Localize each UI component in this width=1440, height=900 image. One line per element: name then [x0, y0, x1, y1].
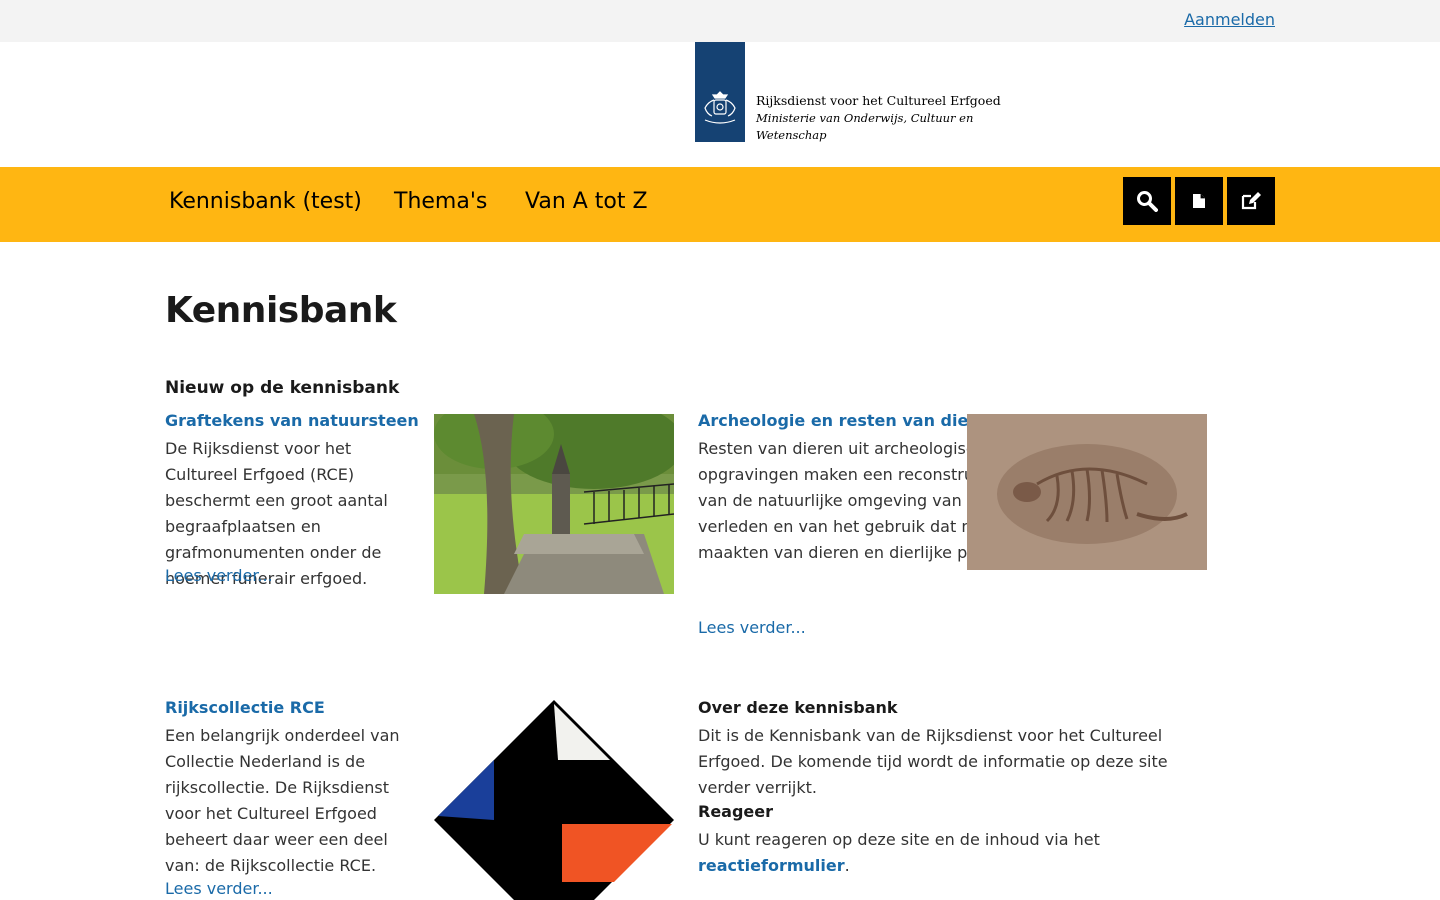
- animal-skeleton-image[interactable]: [967, 414, 1207, 570]
- feedback-end: .: [844, 856, 850, 875]
- item-title-archeologie[interactable]: Archeologie en resten van dieren: [698, 411, 998, 430]
- nav-item-a-tot-z[interactable]: Van A tot Z: [525, 189, 648, 214]
- top-bar: Aanmelden: [0, 0, 1440, 42]
- site-logo[interactable]: Rijksdienst voor het Cultureel Erfgoed M…: [695, 42, 1015, 146]
- logo-text: Rijksdienst voor het Cultureel Erfgoed M…: [756, 92, 1016, 144]
- read-more-link[interactable]: Lees verder...: [698, 618, 806, 637]
- document-button[interactable]: [1175, 177, 1223, 225]
- abstract-painting-image[interactable]: [434, 700, 674, 900]
- document-icon: [1193, 194, 1205, 208]
- read-more-link[interactable]: Lees verder...: [165, 879, 273, 898]
- coat-of-arms-icon: [704, 91, 736, 124]
- main-navigation: Kennisbank (test) Thema's Van A tot Z: [0, 167, 1440, 242]
- edit-icon: [1241, 192, 1261, 210]
- item-title-rijkscollectie[interactable]: Rijkscollectie RCE: [165, 698, 325, 717]
- item-text-rijkscollectie: Een belangrijk onderdeel van Collectie N…: [165, 726, 400, 875]
- item-title-graftekens[interactable]: Graftekens van natuursteen: [165, 411, 419, 430]
- nav-item-themas[interactable]: Thema's: [394, 189, 487, 214]
- about-heading: Over deze kennisbank: [698, 698, 898, 717]
- page-title: Kennisbank: [165, 290, 397, 331]
- login-link[interactable]: Aanmelden: [1184, 10, 1275, 29]
- search-icon: [1137, 191, 1158, 212]
- search-button[interactable]: [1123, 177, 1171, 225]
- edit-button[interactable]: [1227, 177, 1275, 225]
- feedback-text-value: U kunt reageren op deze site en de inhou…: [698, 830, 1100, 849]
- item-text-archeologie: Resten van dieren uit archeologische opg…: [698, 436, 1087, 566]
- logo-line-3: Wetenschap: [756, 128, 827, 142]
- feedback-form-link[interactable]: reactieformulier: [698, 856, 845, 875]
- section-heading-new: Nieuw op de kennisbank: [165, 378, 400, 398]
- logo-emblem: [695, 42, 745, 142]
- read-more-link[interactable]: Lees verder...: [165, 566, 273, 585]
- logo-line-2: Ministerie van Onderwijs, Cultuur en: [756, 111, 974, 125]
- feedback-heading: Reageer: [698, 802, 774, 821]
- logo-line-1: Rijksdienst voor het Cultureel Erfgoed: [756, 93, 1001, 108]
- about-text: Dit is de Kennisbank van de Rijksdienst …: [698, 726, 1168, 797]
- nav-item-kennisbank[interactable]: Kennisbank (test): [169, 189, 362, 214]
- feedback-text: U kunt reageren op deze site en de inhou…: [698, 827, 1218, 879]
- cemetery-image[interactable]: [434, 414, 674, 594]
